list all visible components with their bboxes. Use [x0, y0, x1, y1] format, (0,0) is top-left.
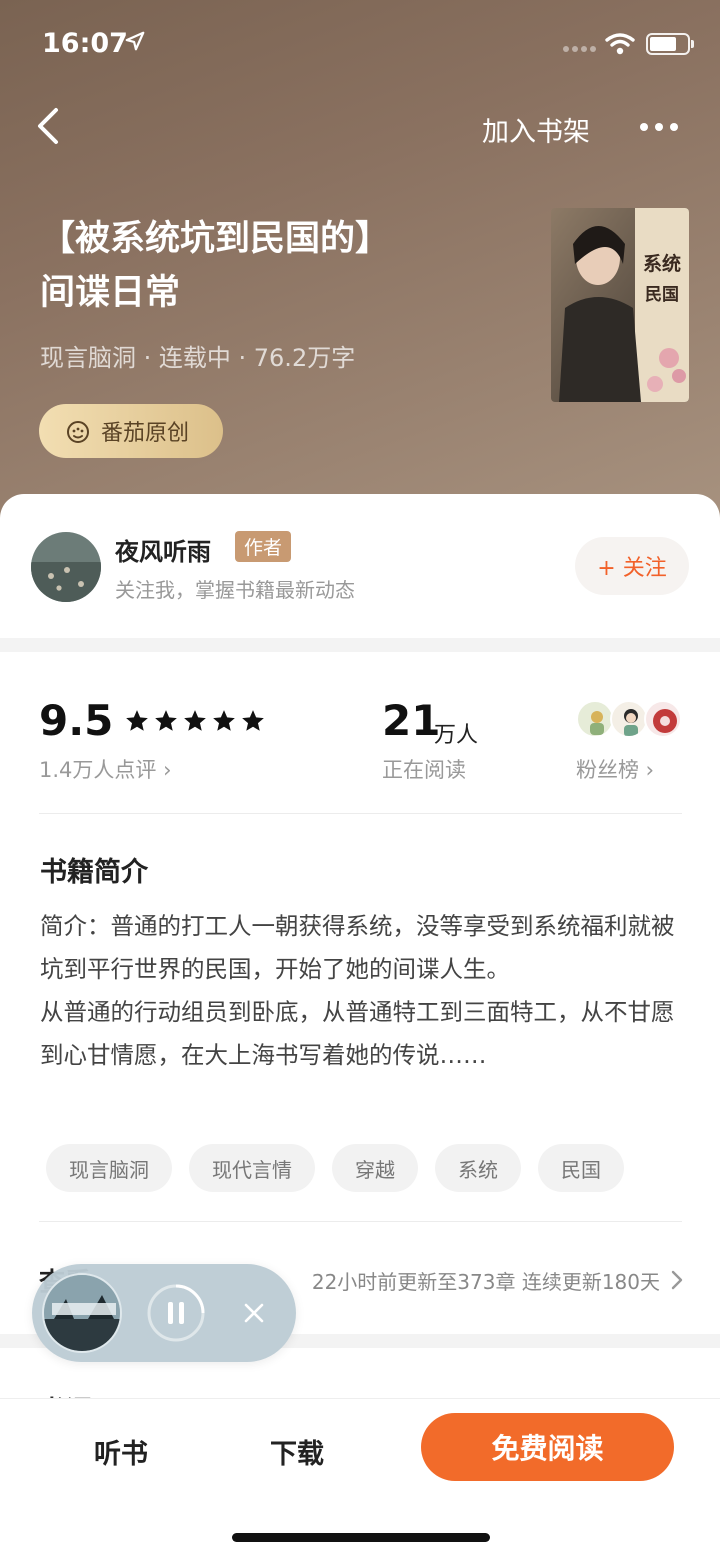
author-subtitle: 关注我，掌握书籍最新动态	[115, 578, 355, 602]
synopsis-paragraph-1: 简介：普通的打工人一朝获得系统，没等享受到系统福利就被坑到平行世界的民国，开始了…	[40, 912, 675, 983]
tag-list: 现言脑洞 现代言情 穿越 系统 民国	[46, 1144, 624, 1192]
author-name[interactable]: 夜风听雨	[115, 532, 211, 567]
star-icon	[242, 710, 264, 731]
add-to-shelf-button[interactable]: 加入书架	[482, 110, 590, 149]
rating-stars	[124, 708, 266, 734]
tag-chip[interactable]: 现代言情	[189, 1144, 315, 1192]
star-icon	[184, 710, 206, 731]
pause-icon[interactable]	[146, 1283, 206, 1343]
book-meta: 现言脑洞 · 连载中 · 76.2万字	[40, 344, 356, 372]
original-badge[interactable]: 番茄原创	[39, 404, 223, 458]
tag-chip[interactable]: 穿越	[332, 1144, 418, 1192]
battery-icon	[646, 33, 694, 55]
book-title-line2: 间谍日常	[40, 273, 181, 313]
readers-label: 正在阅读	[382, 758, 466, 782]
wifi-icon	[605, 33, 635, 55]
review-count-link[interactable]: 1.4万人点评 ›	[39, 754, 171, 784]
home-indicator[interactable]	[232, 1533, 490, 1542]
synopsis-title: 书籍简介	[40, 857, 148, 888]
location-arrow-icon	[125, 31, 145, 51]
divider	[39, 813, 682, 814]
synopsis-paragraph-2: 从普通的行动组员到卧底，从普通特工到三面特工，从不甘愿到心甘情愿，在大上海书写着…	[40, 998, 675, 1069]
book-title: 【被系统坑到民国的】 间谍日常	[40, 212, 520, 320]
listen-button[interactable]: 听书	[94, 1432, 148, 1471]
fan-avatar	[576, 700, 614, 738]
tag-chip[interactable]: 民国	[538, 1144, 624, 1192]
download-button[interactable]: 下载	[270, 1432, 324, 1471]
rating-score: 9.5	[39, 696, 114, 745]
section-divider	[0, 638, 720, 652]
follow-button[interactable]: + 关注	[575, 537, 689, 595]
tag-chip[interactable]: 现言脑洞	[46, 1144, 172, 1192]
status-time: 16:07	[42, 28, 128, 59]
star-icon	[126, 710, 148, 731]
star-icon	[213, 710, 235, 731]
author-tag-badge: 作者	[235, 531, 292, 562]
divider	[39, 1221, 682, 1222]
star-icon	[155, 710, 177, 731]
synopsis-text[interactable]: 简介：普通的打工人一朝获得系统，没等享受到系统福利就被坑到平行世界的民国，开始了…	[40, 905, 685, 1077]
svg-text:系统: 系统	[643, 252, 681, 275]
more-options-icon[interactable]	[640, 112, 684, 142]
author-avatar[interactable]	[31, 532, 101, 602]
fan-avatar	[610, 700, 648, 738]
fans-avatars[interactable]	[576, 700, 686, 740]
fan-avatar	[644, 700, 682, 738]
back-arrow-icon[interactable]	[30, 104, 70, 148]
audio-mini-player[interactable]	[32, 1264, 296, 1362]
audio-cover[interactable]	[42, 1273, 122, 1353]
catalog-update-text: 22小时前更新至373章 连续更新180天	[311, 1270, 660, 1294]
readers-count: 21	[382, 696, 441, 745]
fans-ranking-link[interactable]: 粉丝榜 ›	[576, 754, 654, 784]
free-read-button[interactable]: 免费阅读	[421, 1413, 674, 1481]
tomato-icon	[67, 421, 89, 443]
book-title-line1: 【被系统坑到民国的】	[40, 219, 391, 259]
close-icon[interactable]	[240, 1299, 268, 1327]
chevron-right-icon	[671, 1270, 683, 1290]
book-cover[interactable]: 系统 民国	[551, 208, 689, 402]
readers-unit: 万人	[434, 723, 479, 748]
tag-chip[interactable]: 系统	[435, 1144, 521, 1192]
original-badge-label: 番茄原创	[101, 421, 190, 446]
status-bar: 16:07	[0, 0, 720, 88]
svg-text:民国: 民国	[645, 285, 679, 305]
cellular-signal-icon	[563, 46, 596, 52]
